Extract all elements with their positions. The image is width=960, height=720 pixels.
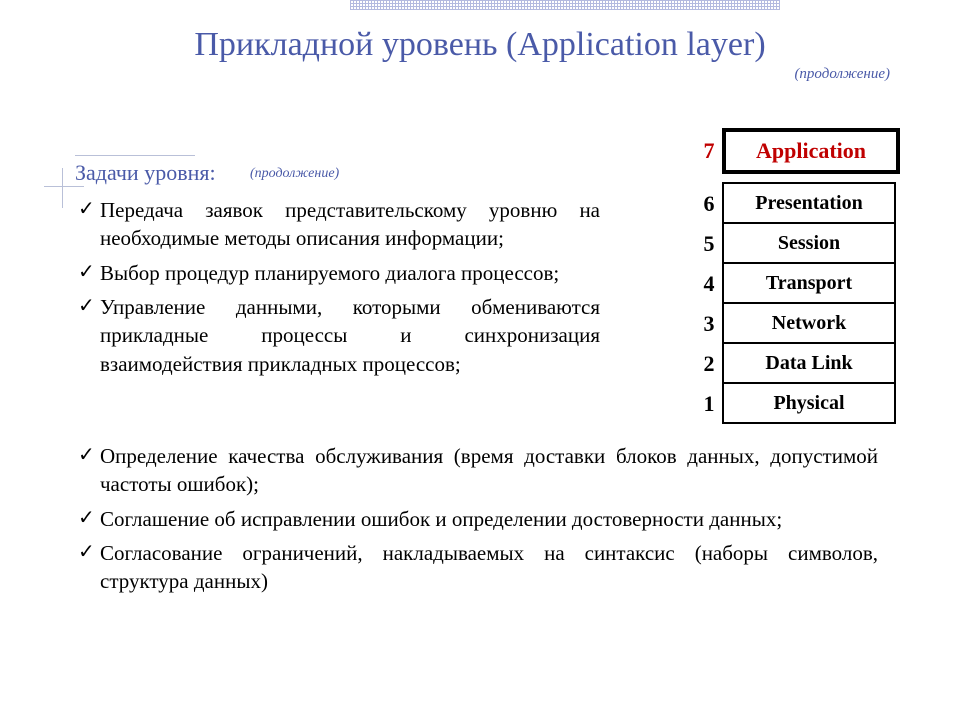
- task-item: ✓ Соглашение об исправлении ошибок и опр…: [78, 505, 878, 533]
- slide-title: Прикладной уровень (Application layer): [0, 26, 960, 64]
- osi-layer-name: Data Link: [722, 342, 896, 384]
- task-text: Согласование ограничений, накладываемых …: [100, 541, 878, 593]
- check-icon: ✓: [78, 293, 95, 320]
- osi-layer-number: 1: [696, 384, 722, 424]
- check-icon: ✓: [78, 196, 95, 223]
- subtitle-underline: [75, 155, 195, 156]
- task-item: ✓ Выбор процедур планируемого диалога пр…: [78, 259, 600, 287]
- continuation-label-sub: (продолжение): [250, 166, 339, 182]
- top-decoration: [350, 0, 780, 10]
- osi-layer-number: 7: [696, 128, 722, 174]
- task-text: Определение качества обслуживания (время…: [100, 444, 878, 496]
- osi-layer-3: 3 Network: [696, 304, 900, 344]
- tasks-list-lower: ✓ Определение качества обслуживания (вре…: [78, 442, 878, 602]
- check-icon: ✓: [78, 259, 95, 286]
- osi-layer-number: 5: [696, 224, 722, 264]
- osi-layer-name: Session: [722, 222, 896, 264]
- osi-layer-number: 3: [696, 304, 722, 344]
- osi-stack: 7 Application 6 Presentation 5 Session 4…: [696, 128, 900, 424]
- osi-layer-name: Transport: [722, 262, 896, 304]
- task-item: ✓ Управление данными, которыми обмениваю…: [78, 293, 600, 378]
- osi-layer-name: Network: [722, 302, 896, 344]
- osi-layer-2: 2 Data Link: [696, 344, 900, 384]
- osi-layer-4: 4 Transport: [696, 264, 900, 304]
- task-text: Управление данными, которыми обмениваютс…: [100, 295, 600, 376]
- check-icon: ✓: [78, 505, 95, 532]
- task-item: ✓ Определение качества обслуживания (вре…: [78, 442, 878, 499]
- task-text: Соглашение об исправлении ошибок и опред…: [100, 507, 782, 531]
- check-icon: ✓: [78, 539, 95, 566]
- osi-layer-name: Presentation: [722, 182, 896, 224]
- osi-layer-7: 7 Application: [696, 128, 900, 174]
- task-item: ✓ Передача заявок представительскому уро…: [78, 196, 600, 253]
- check-icon: ✓: [78, 442, 95, 469]
- tasks-heading: Задачи уровня:: [75, 160, 216, 186]
- slide: Прикладной уровень (Application layer) (…: [0, 0, 960, 720]
- osi-layer-number: 6: [696, 184, 722, 224]
- osi-layer-number: 2: [696, 344, 722, 384]
- osi-layer-5: 5 Session: [696, 224, 900, 264]
- task-text: Передача заявок представительскому уровн…: [100, 198, 600, 250]
- osi-layer-number: 4: [696, 264, 722, 304]
- task-text: Выбор процедур планируемого диалога проц…: [100, 261, 559, 285]
- osi-layer-name: Application: [722, 128, 900, 174]
- osi-layer-1: 1 Physical: [696, 384, 900, 424]
- continuation-label-top: (продолжение): [794, 66, 890, 83]
- task-item: ✓ Согласование ограничений, накладываемы…: [78, 539, 878, 596]
- osi-layer-name: Physical: [722, 382, 896, 424]
- tasks-list-upper: ✓ Передача заявок представительскому уро…: [78, 196, 600, 384]
- osi-layer-6: 6 Presentation: [696, 184, 900, 224]
